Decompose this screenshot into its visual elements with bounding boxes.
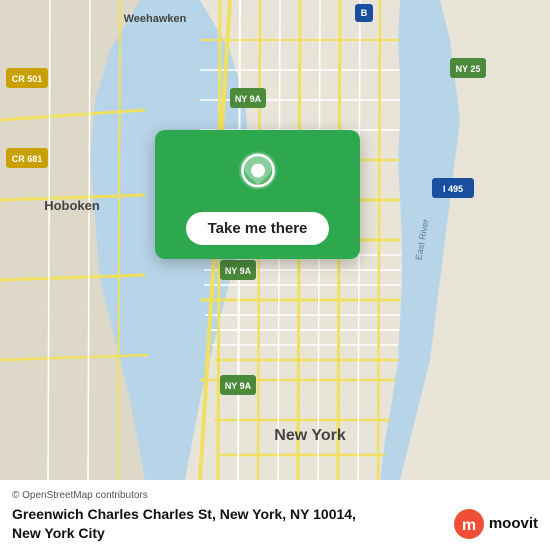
location-text: Greenwich Charles Charles St, New York, … — [12, 505, 443, 541]
map-pin-icon — [232, 148, 284, 200]
svg-text:Hoboken: Hoboken — [44, 198, 100, 213]
moovit-label: moovit — [489, 515, 538, 532]
svg-text:CR 681: CR 681 — [12, 154, 43, 164]
bottom-bar: © OpenStreetMap contributors Greenwich C… — [0, 480, 550, 550]
svg-text:CR 501: CR 501 — [12, 74, 43, 84]
osm-credit: © OpenStreetMap contributors — [12, 490, 538, 501]
map-container: NY 9A NY 9A NY 9A NY 9A I 495 NY 25 CR 5… — [0, 0, 550, 480]
location-row: Greenwich Charles Charles St, New York, … — [12, 505, 538, 541]
moovit-logo: m moovit — [453, 508, 538, 540]
location-line2: New York City — [12, 525, 105, 541]
svg-text:NY 9A: NY 9A — [225, 381, 252, 391]
take-me-there-button[interactable]: Take me there — [186, 212, 330, 245]
svg-text:NY 9A: NY 9A — [235, 94, 262, 104]
svg-text:B: B — [361, 8, 368, 18]
svg-text:m: m — [462, 517, 476, 534]
moovit-icon: m — [453, 508, 485, 540]
svg-text:NY 25: NY 25 — [456, 64, 481, 74]
svg-text:Weehawken: Weehawken — [124, 13, 187, 25]
svg-text:NY 9A: NY 9A — [225, 266, 252, 276]
svg-text:New York: New York — [274, 427, 346, 444]
svg-text:I 495: I 495 — [443, 184, 463, 194]
location-line1: Greenwich Charles Charles St, New York, … — [12, 506, 356, 522]
location-card: Take me there — [155, 130, 360, 259]
